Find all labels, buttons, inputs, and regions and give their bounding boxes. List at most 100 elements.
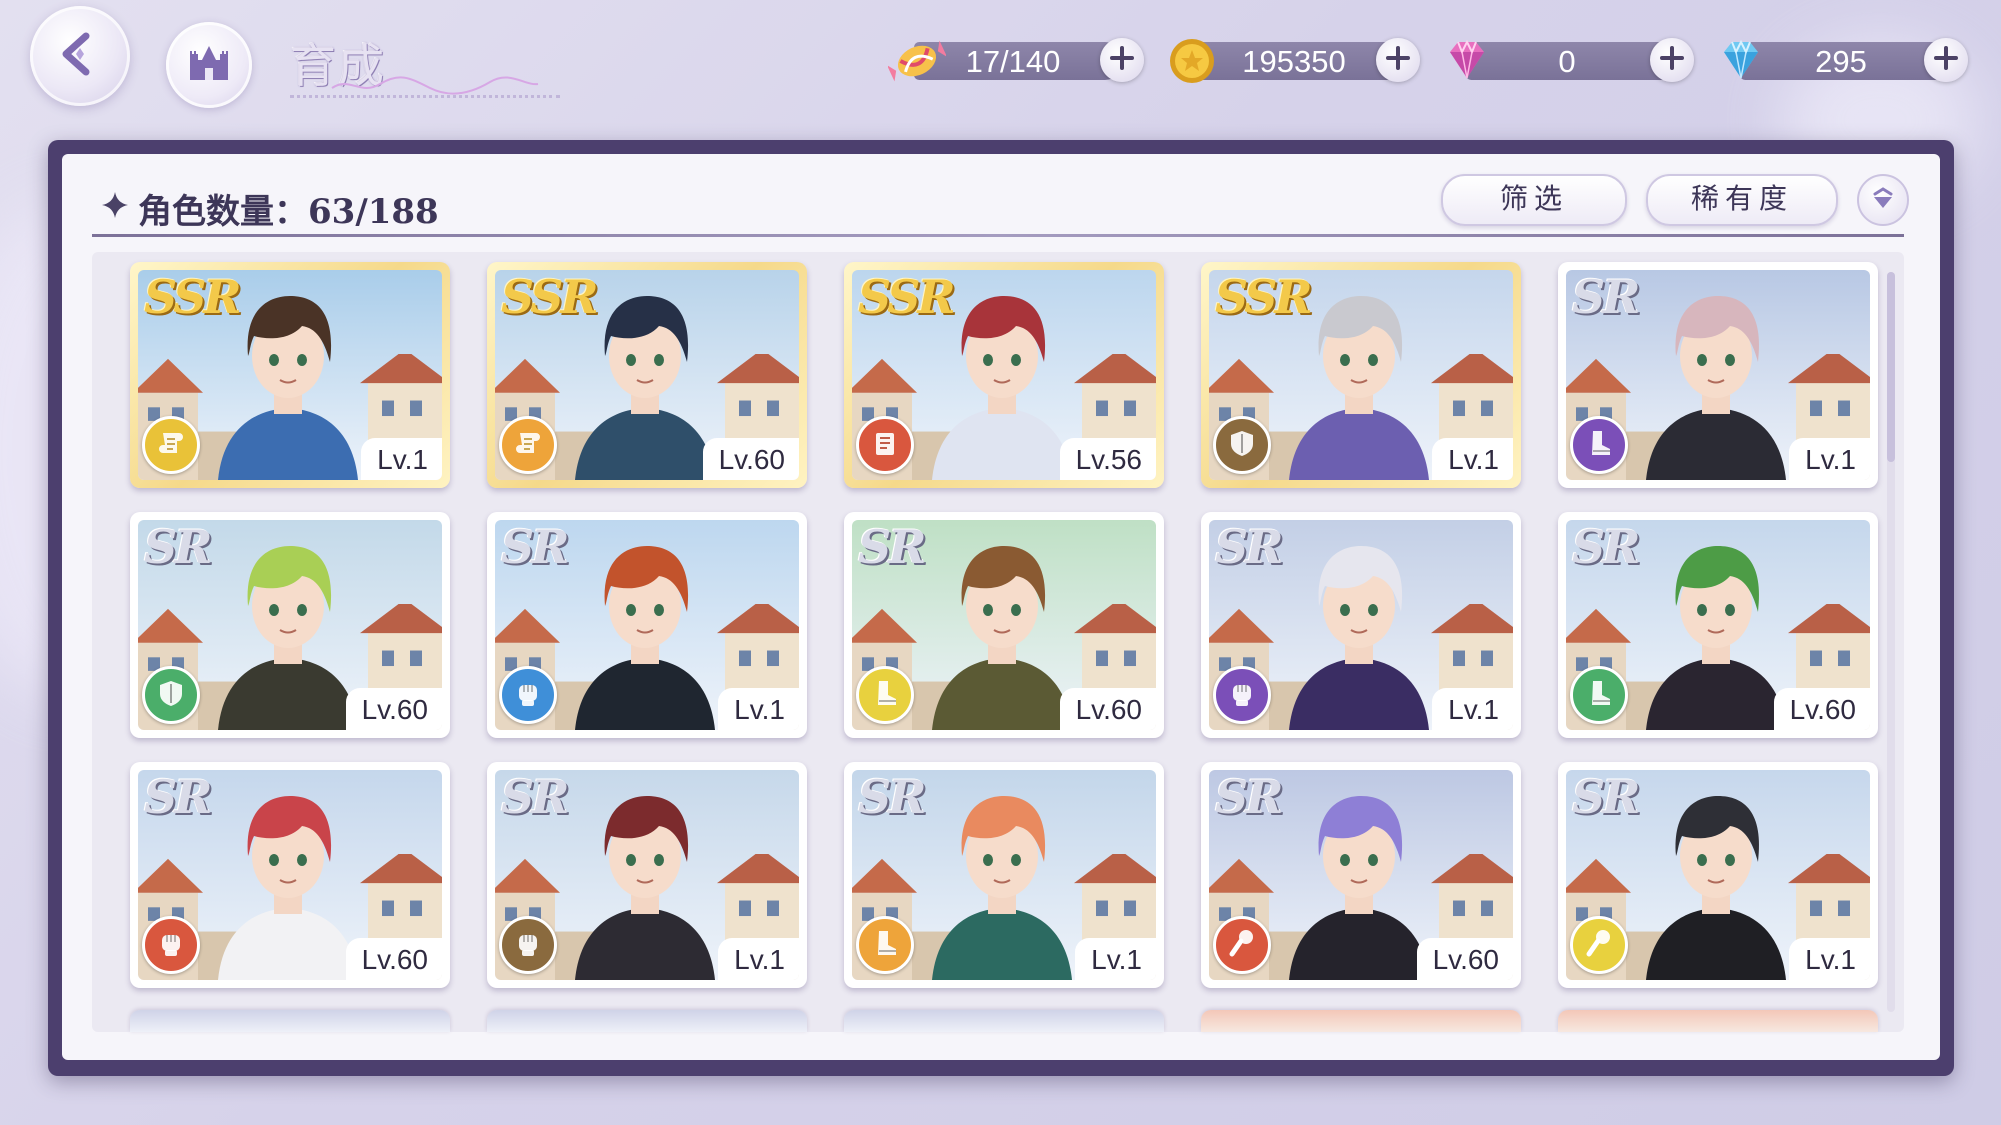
character-count-text: 角色数量：63/188 (138, 192, 439, 232)
class-badge (1570, 916, 1628, 974)
candy-plus-button[interactable] (1100, 38, 1144, 82)
pink-gem-value: 0 (1558, 44, 1576, 79)
level-label: Lv.1 (1789, 938, 1870, 980)
panel-divider (92, 234, 1904, 237)
class-badge (1570, 416, 1628, 474)
character-card[interactable]: SR Lv.1 (1558, 262, 1878, 488)
level-label: Lv.1 (718, 938, 799, 980)
pink-gem-plus-button[interactable] (1650, 38, 1694, 82)
class-badge (499, 416, 557, 474)
class-badge (1213, 666, 1271, 724)
rarity-label: SR (1572, 270, 1640, 324)
fist-icon (153, 925, 189, 965)
character-count: 角色数量：63/188 (100, 184, 439, 233)
plus-icon (1109, 45, 1135, 75)
rarity-label: SR (501, 770, 569, 824)
rarity-label: SSR (858, 270, 956, 324)
scrollbar-thumb[interactable] (1887, 272, 1895, 462)
candy-value: 17/140 (965, 44, 1061, 79)
character-card[interactable]: SSR Lv.60 (487, 262, 807, 488)
microphone-icon (1581, 925, 1617, 965)
character-card[interactable]: SSR Lv.1 (130, 262, 450, 488)
rarity-label: SSR (1215, 270, 1313, 324)
class-badge (856, 666, 914, 724)
class-badge (142, 916, 200, 974)
plus-icon (1933, 45, 1959, 75)
class-badge (499, 916, 557, 974)
fist-icon (510, 675, 546, 715)
character-card[interactable]: SR Lv.60 (1201, 762, 1521, 988)
level-label: Lv.1 (361, 438, 442, 480)
resource-blue-gem: 295 (1714, 38, 1976, 84)
class-badge (1213, 916, 1271, 974)
level-label: Lv.1 (1432, 438, 1513, 480)
plus-icon (1385, 45, 1411, 75)
character-card[interactable]: SSR Lv.56 (844, 262, 1164, 488)
level-label: Lv.60 (1416, 938, 1513, 980)
gold-value: 195350 (1242, 44, 1346, 79)
title-script-decoration (331, 76, 539, 95)
microphone-icon (1224, 925, 1260, 965)
character-card[interactable]: SR Lv.1 (1201, 512, 1521, 738)
class-badge (1570, 666, 1628, 724)
level-label: Lv.1 (1432, 688, 1513, 730)
castle-home-icon (184, 38, 234, 92)
level-label: Lv.1 (1789, 438, 1870, 480)
sort-order-button[interactable] (1857, 174, 1909, 226)
boot-icon (1581, 675, 1617, 715)
gold-plus-button[interactable] (1376, 38, 1420, 82)
shield-icon (1224, 425, 1260, 465)
character-card-partial[interactable] (487, 1010, 807, 1032)
rarity-label: SSR (144, 270, 242, 324)
rarity-label: SR (858, 770, 926, 824)
character-card[interactable]: SR Lv.1 (487, 512, 807, 738)
level-label: Lv.1 (1075, 938, 1156, 980)
rarity-sort-button[interactable]: 稀有度 (1646, 174, 1838, 226)
level-label: Lv.60 (1059, 688, 1156, 730)
character-card-partial[interactable] (1201, 1010, 1521, 1032)
character-card[interactable]: SR Lv.60 (130, 762, 450, 988)
resource-candy: 17/140 (886, 38, 1146, 84)
rarity-label: SR (144, 770, 212, 824)
character-card-partial[interactable] (1558, 1010, 1878, 1032)
home-button[interactable] (166, 22, 252, 108)
level-label: Lv.60 (1773, 688, 1870, 730)
character-card[interactable]: SR Lv.1 (487, 762, 807, 988)
level-label: Lv.56 (1059, 438, 1156, 480)
character-card-partial[interactable] (844, 1010, 1164, 1032)
character-card-partial[interactable] (130, 1010, 450, 1032)
back-arrow-icon (50, 24, 110, 88)
rarity-label: SR (1572, 520, 1640, 574)
blue-gem-value: 295 (1815, 44, 1867, 79)
scroll-icon (153, 425, 189, 465)
sparkle-icon (100, 189, 130, 229)
character-card[interactable]: SR Lv.60 (1558, 512, 1878, 738)
class-badge (142, 416, 200, 474)
fist-icon (510, 925, 546, 965)
filter-button[interactable]: 筛选 (1441, 174, 1627, 226)
boot-icon (1581, 425, 1617, 465)
scroll-icon (510, 425, 546, 465)
boot-icon (867, 925, 903, 965)
character-card[interactable]: SR Lv.60 (844, 512, 1164, 738)
rarity-label: SR (858, 520, 926, 574)
class-badge (499, 666, 557, 724)
level-label: Lv.60 (345, 688, 442, 730)
rarity-label: SR (501, 520, 569, 574)
resource-pink-gem: 0 (1440, 38, 1700, 84)
class-badge (856, 416, 914, 474)
character-card[interactable]: SR Lv.60 (130, 512, 450, 738)
sort-descending-icon (1868, 183, 1898, 217)
character-card[interactable]: SSR Lv.1 (1201, 262, 1521, 488)
blue-gem-plus-button[interactable] (1924, 38, 1968, 82)
rarity-label: SR (1215, 520, 1283, 574)
resource-gold: 195350 (1168, 38, 1428, 84)
class-badge (856, 916, 914, 974)
back-button[interactable] (30, 6, 130, 106)
boot-icon (867, 675, 903, 715)
character-card[interactable]: SR Lv.1 (844, 762, 1164, 988)
character-card[interactable]: SR Lv.1 (1558, 762, 1878, 988)
rarity-label: SR (1215, 770, 1283, 824)
plus-icon (1659, 45, 1685, 75)
rarity-label: SR (144, 520, 212, 574)
